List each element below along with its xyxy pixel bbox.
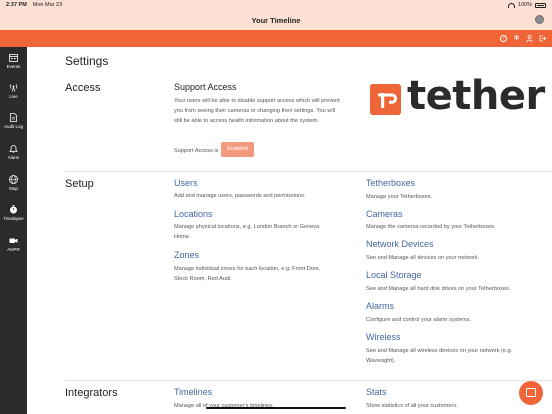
- sidebar-item-label: Live: [9, 94, 18, 99]
- status-right: 100%: [507, 2, 546, 8]
- setting-link-cameras[interactable]: Cameras: [366, 209, 403, 219]
- broadcast-icon: [9, 84, 18, 92]
- user-icon[interactable]: [526, 35, 533, 43]
- tether-logo-text: tether: [407, 73, 545, 119]
- status-bar: 2:37 PM Mon Mar 23 100%: [0, 0, 552, 10]
- setting-desc-stats: Show statistics of all your customers.: [366, 403, 458, 409]
- document-icon: [10, 113, 17, 122]
- section-divider: [65, 171, 552, 172]
- sidebar-item-label: Audit Log: [3, 124, 23, 129]
- chat-button[interactable]: [519, 381, 543, 405]
- logout-icon[interactable]: [539, 35, 547, 42]
- page-title: Settings: [65, 54, 109, 68]
- globe-icon: [9, 175, 18, 184]
- status-date: Mon Mar 23: [32, 2, 63, 8]
- help-icon[interactable]: ?: [500, 35, 507, 42]
- sidebar-item-anpr[interactable]: ANPR: [0, 236, 27, 252]
- setting-link-tetherboxes[interactable]: Tetherboxes: [366, 178, 415, 188]
- section-integrators-label: Integrators: [65, 387, 118, 399]
- setting-link-zones[interactable]: Zones: [174, 250, 199, 260]
- support-access-description: Your users will be able to disable suppo…: [174, 98, 340, 124]
- sidebar-item-live[interactable]: Live: [0, 83, 27, 99]
- settings-content: Settings Access Support Access Your user…: [27, 47, 552, 414]
- gear-icon[interactable]: ✻: [513, 35, 520, 42]
- sidebar-item-audit-log[interactable]: Audit Log: [0, 113, 27, 129]
- setting-desc-locations: Manage physical locations, e.g. London B…: [174, 224, 320, 240]
- setting-link-local-storage[interactable]: Local Storage: [366, 270, 422, 280]
- setting-desc-zones: Manage individual zones for each locatio…: [174, 266, 321, 282]
- support-access-status-label: Support Access is: [174, 148, 219, 154]
- camera-icon: [9, 238, 18, 243]
- sidebar-item-timelapse[interactable]: Timelapse: [0, 205, 27, 221]
- sidebar-item-alarm[interactable]: Alarm: [0, 144, 27, 160]
- setting-desc-network-devices: See and Manage all devices on your netwo…: [366, 255, 480, 261]
- setting-link-wireless[interactable]: Wireless: [366, 332, 401, 342]
- sidebar-item-label: Events: [6, 64, 21, 69]
- sidebar-item-label: Map: [9, 186, 18, 191]
- title-bar: Your Timeline: [0, 10, 552, 30]
- sidebar: Events Live Audit Log Alarm Map Timelaps…: [0, 47, 27, 414]
- sidebar-item-events[interactable]: Events: [0, 53, 27, 69]
- battery-percent: 100%: [517, 2, 532, 8]
- setting-desc-users: Add and manage users, passwords and perm…: [174, 193, 306, 199]
- setting-link-stats[interactable]: Stats: [366, 387, 387, 397]
- section-access-label: Access: [65, 82, 101, 94]
- setting-desc-tetherboxes: Manage your Tetherboxes.: [366, 194, 433, 200]
- tether-logo-mark: [370, 84, 401, 115]
- setting-desc-local-storage: See and Manage all hard disk drives on y…: [366, 286, 511, 292]
- section-divider: [65, 380, 552, 381]
- bell-icon: [9, 145, 18, 153]
- settings-gear-icon[interactable]: [535, 15, 544, 24]
- setting-desc-alarms: Configure and control your alarm systems…: [366, 317, 472, 323]
- sidebar-item-label: ANPR: [7, 247, 20, 252]
- tether-logo: tether: [370, 73, 545, 119]
- sidebar-item-label: Timelapse: [3, 216, 24, 221]
- home-indicator: [206, 407, 346, 409]
- setting-desc-wireless: See and Manage all wireless devices on y…: [366, 348, 513, 364]
- support-access-enabled-button[interactable]: Enabled: [221, 142, 254, 157]
- section-setup-label: Setup: [65, 178, 94, 190]
- calendar-icon: [9, 54, 18, 62]
- setting-desc-cameras: Manage the cameras recorded by your Teth…: [366, 224, 496, 230]
- status-time: 2:37 PM: [6, 2, 27, 8]
- battery-icon: [535, 2, 546, 8]
- stopwatch-icon: [10, 205, 17, 214]
- top-toolbar: ? ✻: [0, 30, 552, 47]
- setting-desc-timelines: Manage all of your customer's timelines.: [174, 403, 274, 409]
- chat-bubble-icon: [526, 388, 536, 397]
- setting-link-users[interactable]: Users: [174, 178, 198, 188]
- setting-link-network-devices[interactable]: Network Devices: [366, 239, 434, 249]
- setting-link-locations[interactable]: Locations: [174, 209, 213, 219]
- window-title: Your Timeline: [251, 16, 301, 25]
- setting-link-timelines[interactable]: Timelines: [174, 387, 212, 397]
- support-access-title: Support Access: [174, 82, 237, 92]
- sidebar-item-map[interactable]: Map: [0, 175, 27, 191]
- sidebar-item-label: Alarm: [7, 155, 20, 160]
- wifi-icon: [507, 2, 515, 8]
- setting-link-alarms[interactable]: Alarms: [366, 301, 394, 311]
